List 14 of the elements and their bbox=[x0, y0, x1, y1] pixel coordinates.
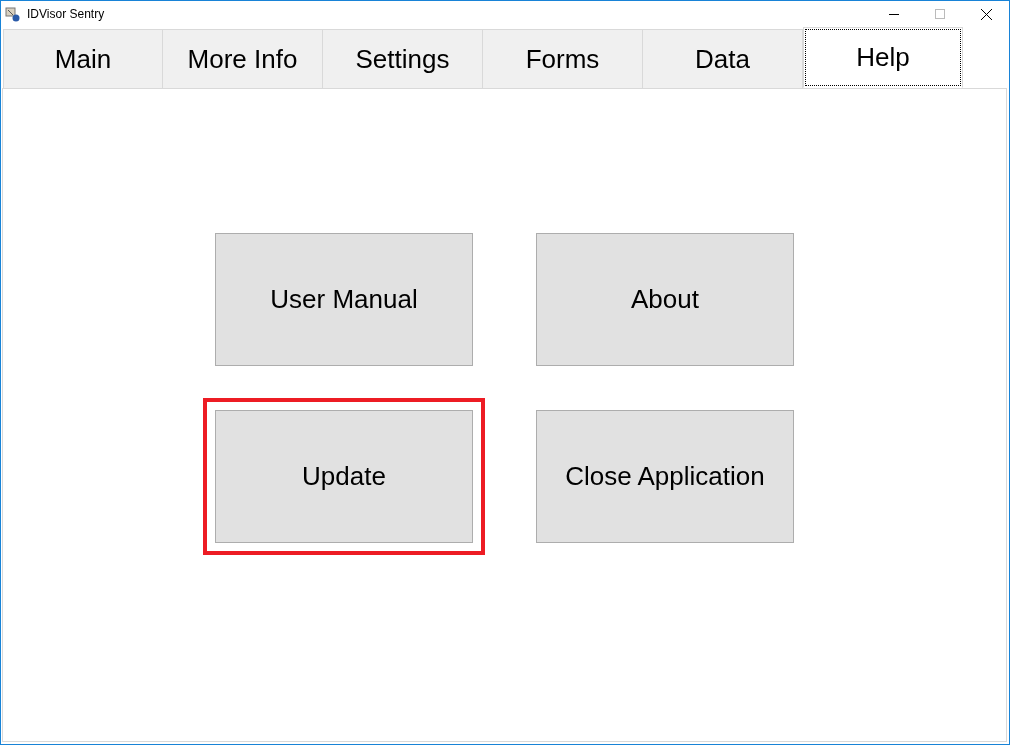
action-button[interactable]: User Manual bbox=[215, 233, 473, 366]
app-icon bbox=[5, 6, 21, 22]
tab[interactable]: Data bbox=[643, 29, 803, 89]
tab[interactable]: Main bbox=[3, 29, 163, 89]
window-title: IDVisor Sentry bbox=[27, 7, 105, 21]
tab[interactable]: Settings bbox=[323, 29, 483, 89]
tab[interactable]: Forms bbox=[483, 29, 643, 89]
action-button[interactable]: About bbox=[536, 233, 794, 366]
action-button[interactable]: Close Application bbox=[536, 410, 794, 543]
close-icon bbox=[980, 8, 992, 20]
tab[interactable]: Help bbox=[803, 27, 963, 88]
action-button[interactable]: Update bbox=[215, 410, 473, 543]
maximize-icon bbox=[935, 9, 945, 19]
tab[interactable]: More Info bbox=[163, 29, 323, 89]
